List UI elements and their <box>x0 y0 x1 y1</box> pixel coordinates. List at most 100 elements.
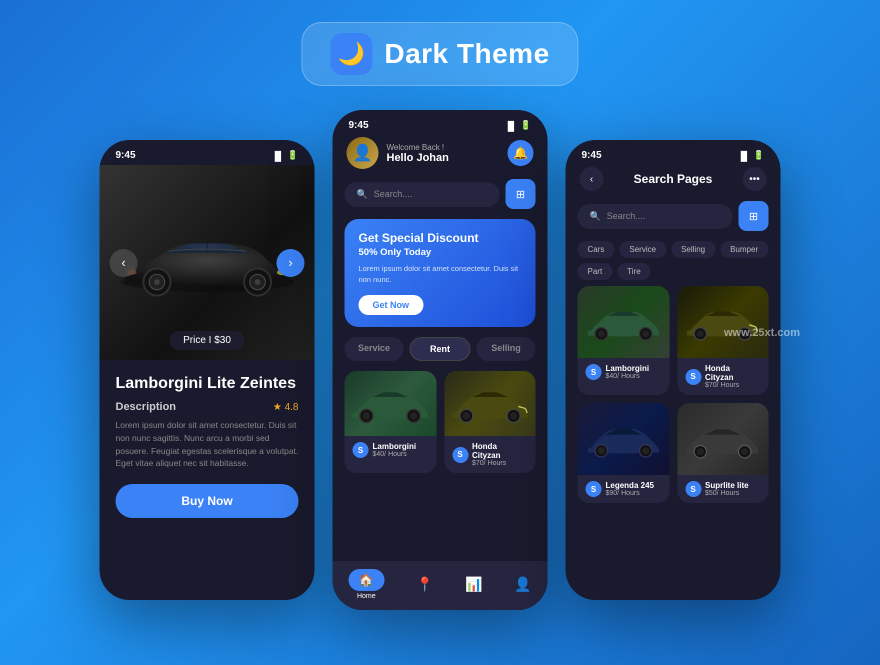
search-price-honda: $70/ Hours <box>705 382 761 389</box>
tab-selling[interactable]: Selling <box>477 337 536 361</box>
moon-icon: 🌙 <box>330 33 372 75</box>
price-badge: Price I $30 <box>169 331 245 350</box>
status-icons-2: ▐▌ 🔋 <box>505 120 532 131</box>
search-icon: 🔍 <box>357 189 368 200</box>
honda-img2 <box>677 286 769 358</box>
search-name-legenda: Legenda 245 <box>606 481 654 490</box>
car-svg <box>110 224 304 301</box>
search-name-lamborghini: Lamborgini <box>606 364 650 373</box>
status-bar-3: 9:45 ▐▌ 🔋 <box>566 140 781 167</box>
search-icon-3: 🔍 <box>590 211 601 222</box>
nav-location[interactable]: 📍 <box>416 576 433 593</box>
tag-tire[interactable]: Tire <box>617 263 650 280</box>
car-logo-leg: S <box>586 481 602 497</box>
car-price-honda: $70/ Hours <box>472 460 528 467</box>
description-text: Lorem ipsum dolor sit amet consectetur. … <box>116 419 299 470</box>
status-icons-1: ▐▌ 🔋 <box>272 150 299 161</box>
nav-profile[interactable]: 👤 <box>514 576 531 593</box>
car-logo-sup: S <box>685 481 701 497</box>
prev-arrow[interactable]: ‹ <box>110 249 138 277</box>
tab-rent[interactable]: Rent <box>410 337 471 361</box>
avatar: 👤 <box>347 137 379 169</box>
tag-cars[interactable]: Cars <box>578 241 615 258</box>
lamborghini-img2 <box>578 286 670 358</box>
rating: ★ 4.8 <box>273 402 299 413</box>
car-name: Lamborgini Lite Zeintes <box>116 374 299 393</box>
search-cars-grid: S Lamborgini $40/ Hours <box>566 286 781 511</box>
search-row-3: 🔍 Search.... ⊞ <box>566 201 781 241</box>
search-price-suprlite: $50/ Hours <box>705 490 749 497</box>
car-price-lamborghini: $40/ Hours <box>373 451 417 458</box>
search-card-honda: S Honda Cityzan $70/ Hours <box>677 286 769 395</box>
phones-row: 9:45 ▐▌ 🔋 <box>100 110 781 610</box>
car-logo-hon2: S <box>685 369 701 385</box>
stats-icon: 📊 <box>465 576 482 593</box>
car-hero-image: ‹ › Price I $30 <box>100 165 315 360</box>
lamborghini-image <box>345 371 437 436</box>
car-details: Lamborgini Lite Zeintes Description ★ 4.… <box>100 360 315 518</box>
car-logo-lam2: S <box>586 364 602 380</box>
get-now-button[interactable]: Get Now <box>359 295 424 315</box>
filter-button[interactable]: ⊞ <box>506 179 536 209</box>
status-icons-3: ▐▌ 🔋 <box>738 150 765 161</box>
description-label: Description <box>116 401 177 413</box>
car-info-lamborghini: S Lamborgini $40/ Hours <box>345 436 437 464</box>
phone-detail: 9:45 ▐▌ 🔋 <box>100 140 315 600</box>
nav-stats[interactable]: 📊 <box>465 576 482 593</box>
tab-service[interactable]: Service <box>345 337 404 361</box>
search-placeholder-3: Search.... <box>607 211 646 221</box>
car-card-honda: S Honda Cityzan $70/ Hours <box>444 371 536 473</box>
nav-home[interactable]: 🏠 Home <box>348 569 384 600</box>
more-button[interactable]: ••• <box>743 167 767 191</box>
legenda-img <box>578 403 670 475</box>
user-greeting: 👤 Welcome Back ! Hello Johan <box>347 137 449 169</box>
car-card-lamborghini: S Lamborgini $40/ Hours <box>345 371 437 473</box>
discount-subtitle: 50% Only Today <box>359 247 522 258</box>
service-tabs: Service Rent Selling <box>333 337 548 371</box>
search-box-3[interactable]: 🔍 Search.... <box>578 204 733 229</box>
badge-title: Dark Theme <box>384 38 549 70</box>
desc-row: Description ★ 4.8 <box>116 401 299 413</box>
category-tags: Cars Service Selling Bumper Part Tire <box>566 241 781 286</box>
time-3: 9:45 <box>582 150 602 161</box>
honda-image <box>444 371 536 436</box>
phone2-header: 👤 Welcome Back ! Hello Johan 🔔 <box>333 137 548 179</box>
status-bar-2: 9:45 ▐▌ 🔋 <box>333 110 548 137</box>
cars-grid: S Lamborgini $40/ Hours <box>333 371 548 483</box>
page-title: Search Pages <box>634 172 713 186</box>
phone-home: 9:45 ▐▌ 🔋 👤 Welcome Back ! Hello Johan 🔔… <box>333 110 548 610</box>
search-info-lamborghini: S Lamborgini $40/ Hours <box>578 358 670 386</box>
search-info-suprlite: S Suprlite lite $50/ Hours <box>677 475 769 503</box>
search-name-honda: Honda Cityzan <box>705 364 761 382</box>
car-name-honda: Honda Cityzan <box>472 442 528 460</box>
notification-icon[interactable]: 🔔 <box>508 140 534 166</box>
suprlite-img <box>677 403 769 475</box>
profile-icon: 👤 <box>514 576 531 593</box>
buy-button[interactable]: Buy Now <box>116 484 299 518</box>
search-card-lamborghini: S Lamborgini $40/ Hours <box>578 286 670 395</box>
tag-bumper[interactable]: Bumper <box>720 241 768 258</box>
tag-service[interactable]: Service <box>619 241 666 258</box>
filter-button-3[interactable]: ⊞ <box>739 201 769 231</box>
tag-part[interactable]: Part <box>578 263 613 280</box>
time-2: 9:45 <box>349 120 369 131</box>
phone3-header: ‹ Search Pages ••• <box>566 167 781 201</box>
tag-selling[interactable]: Selling <box>671 241 715 258</box>
search-placeholder: Search.... <box>374 189 413 199</box>
welcome-text: Welcome Back ! <box>387 143 449 152</box>
car-name-lamborghini: Lamborgini <box>373 442 417 451</box>
status-bar-1: 9:45 ▐▌ 🔋 <box>100 140 315 165</box>
phone-search: 9:45 ▐▌ 🔋 ‹ Search Pages ••• 🔍 Search...… <box>566 140 781 600</box>
location-icon: 📍 <box>416 576 433 593</box>
search-card-legenda: S Legenda 245 $90/ Hours <box>578 403 670 503</box>
back-button[interactable]: ‹ <box>580 167 604 191</box>
search-box[interactable]: 🔍 Search.... <box>345 182 500 207</box>
watermark: www.25xt.com <box>724 327 800 339</box>
search-name-suprlite: Suprlite lite <box>705 481 749 490</box>
car-logo-s: S <box>353 442 369 458</box>
discount-description: Lorem ipsum dolor sit amet consectetur. … <box>359 264 522 285</box>
search-row: 🔍 Search.... ⊞ <box>333 179 548 219</box>
home-icon: 🏠 <box>348 569 384 591</box>
next-arrow[interactable]: › <box>277 249 305 277</box>
user-name: Hello Johan <box>387 152 449 164</box>
